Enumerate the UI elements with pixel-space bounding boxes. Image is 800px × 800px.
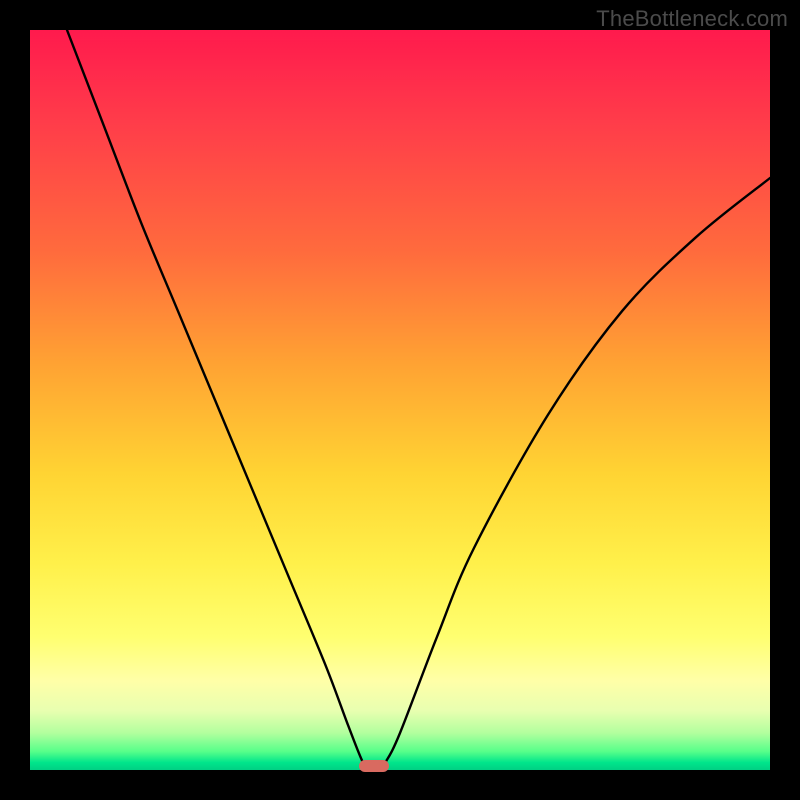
plot-area [30,30,770,770]
chart-frame: TheBottleneck.com [0,0,800,800]
curve-path [67,30,770,770]
watermark-text: TheBottleneck.com [596,6,788,32]
bottleneck-curve [30,30,770,770]
optimum-marker [359,760,389,772]
